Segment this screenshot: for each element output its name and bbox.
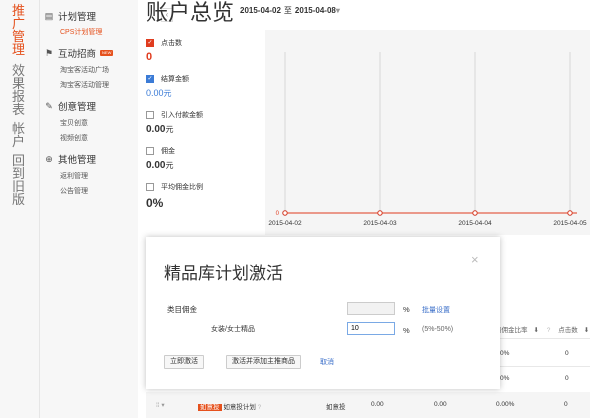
help-icon: ?	[257, 404, 262, 411]
sidebar-item-video-creative[interactable]: 视频创意	[60, 133, 88, 143]
date-end: 2015-04-08	[294, 6, 336, 15]
close-icon[interactable]: ×	[471, 252, 479, 267]
new-badge: NEW	[100, 50, 114, 56]
sidebar-group-other: ⊕ 其他管理	[44, 152, 97, 167]
help-icon: ?	[546, 327, 551, 334]
category-commission-input[interactable]	[347, 302, 395, 315]
sidebar-group-title: 其他管理	[58, 155, 97, 166]
table-cell: 0	[564, 401, 568, 408]
table-cell: 0.00%	[496, 401, 515, 408]
cancel-link[interactable]: 取消	[320, 357, 334, 367]
metric-checkbox[interactable]	[146, 147, 154, 155]
sidebar-item-activity-manage[interactable]: 淘宝客活动管理	[60, 80, 109, 90]
batch-settings-link[interactable]: 批量设置	[422, 305, 450, 315]
trend-chart: 0 2015-04-02 2015-04-03 2015-04-04 2015-04-0…	[265, 30, 590, 235]
sidebar-group-title: 创意管理	[58, 102, 97, 113]
nav-effect-reports[interactable]: 效果报表	[12, 64, 26, 116]
range-hint: (5%-50%)	[422, 326, 454, 333]
percent-sign: %	[403, 326, 410, 335]
metric-checkbox[interactable]	[146, 111, 154, 119]
category-commission-label: 类目佣金	[167, 305, 197, 314]
x-tick-label: 2015-04-02	[268, 220, 302, 227]
metric-clicks: ✓ 点击数 0	[146, 38, 182, 63]
metric-label: 点击数	[161, 40, 182, 47]
table-cell: 0%	[500, 375, 510, 382]
sidebar-item-announcement[interactable]: 公告管理	[60, 186, 88, 196]
trend-chart-svg: 0 2015-04-02 2015-04-03 2015-04-04 2015-04-0…	[268, 52, 587, 227]
sort-icon: ⬇	[533, 327, 539, 334]
page-title: 账户总览	[146, 0, 235, 25]
sidebar-item-cps-plan[interactable]: CPS计划管理	[60, 27, 102, 37]
metric-label: 引入付款金额	[161, 112, 203, 119]
table-cell: 0.00	[434, 401, 447, 408]
metric-checkbox[interactable]	[146, 183, 154, 191]
metric-value: 0.00元	[146, 160, 174, 171]
sidebar-group-creative: ✎ 创意管理	[44, 99, 97, 114]
table-cell: 0.00	[371, 401, 384, 408]
y-tick-label: 0	[276, 211, 280, 217]
table-row[interactable]: ⁞⁞ ▾ 如意投 如意投计划 ? 如意投 0.00 0.00 0.00% 0	[146, 392, 590, 418]
activate-and-add-button[interactable]: 激活并添加主推商品	[226, 355, 301, 369]
brush-icon: ✎	[45, 100, 53, 111]
primary-nav: 推广管理 效果报表 帐户 回到旧版	[0, 0, 40, 418]
activate-now-button[interactable]: 立即激活	[164, 355, 204, 369]
data-point	[567, 210, 573, 216]
percent-sign: %	[403, 305, 410, 314]
secondary-sidebar: ▤ 计划管理 CPS计划管理 ⚑ 互动招商 NEW 淘宝客活动广场 淘宝客活动管…	[40, 0, 173, 418]
date-start: 2015-04-02	[240, 6, 281, 15]
data-point	[472, 210, 478, 216]
date-range-picker[interactable]: 2015-04-02 至 2015-04-08▾	[240, 5, 340, 16]
metric-checkbox[interactable]: ✓	[146, 39, 154, 47]
metric-value: 0.00元	[146, 88, 172, 98]
sidebar-item-activity-square[interactable]: 淘宝客活动广场	[60, 65, 109, 75]
nav-promotion-management[interactable]: 推广管理	[12, 4, 26, 56]
chevron-down-icon: ▾	[335, 6, 340, 15]
sidebar-group-plan: ▤ 计划管理	[44, 9, 97, 24]
flag-icon: ⚑	[44, 47, 54, 58]
plan-tag: 如意投	[198, 404, 222, 411]
metric-label: 平均佣金比例	[161, 184, 203, 191]
metric-paid-amount: 引入付款金额 0.00元	[146, 110, 203, 135]
metric-avg-commission-rate: 平均佣金比例 0%	[146, 182, 203, 210]
sort-icon: ⬇	[583, 327, 590, 334]
dialog-title: 精品库计划激活	[164, 264, 283, 283]
metric-label: 结算金额	[161, 76, 189, 83]
metric-value: 0	[146, 51, 153, 63]
sidebar-group-title: 计划管理	[58, 12, 97, 23]
x-tick-label: 2015-04-04	[458, 220, 492, 227]
activate-plan-dialog: 精品库计划激活 × 类目佣金 % 批量设置 女装/女士精品 % (5%-50%)…	[146, 237, 500, 389]
sidebar-item-rebate[interactable]: 返利管理	[60, 171, 88, 181]
x-tick-label: 2015-04-05	[553, 220, 587, 227]
metric-value: 0%	[146, 196, 164, 210]
drag-handle-icon[interactable]: ⁞⁞ ▾	[156, 401, 165, 409]
x-tick-label: 2015-04-03	[363, 220, 397, 227]
metric-checkbox[interactable]: ✓	[146, 75, 154, 83]
table-cell: 0	[565, 375, 569, 382]
column-header[interactable]: 点击数	[558, 327, 578, 334]
plus-circle-icon: ⊕	[45, 153, 53, 164]
plan-name-cell[interactable]: 如意投 如意投计划 ?	[198, 401, 261, 411]
subcategory-commission-input[interactable]	[347, 322, 395, 335]
nav-account[interactable]: 帐户	[12, 122, 26, 148]
table-cell: 0	[565, 350, 569, 357]
subcategory-label: 女装/女士精品	[211, 326, 255, 333]
sidebar-group-title: 互动招商	[58, 49, 97, 60]
data-point	[282, 210, 288, 216]
date-separator: 至	[283, 6, 292, 15]
table-header: 均佣金比率 ⬇ ? 点击数 ⬇	[495, 324, 590, 334]
sidebar-item-item-creative[interactable]: 宝贝创意	[60, 118, 88, 128]
metric-settlement: ✓ 结算金额 0.00元	[146, 74, 189, 99]
metric-value: 0.00元	[146, 124, 174, 135]
sidebar-group-merchants: ⚑ 互动招商 NEW	[44, 46, 114, 60]
metric-commission: 佣金 0.00元	[146, 146, 175, 171]
document-icon: ▤	[44, 10, 54, 21]
nav-back-to-old-version[interactable]: 回到旧版	[12, 154, 26, 206]
data-point	[377, 210, 383, 216]
table-cell: 如意投	[326, 404, 346, 411]
metric-label: 佣金	[161, 148, 175, 155]
table-cell: 0%	[500, 350, 510, 357]
